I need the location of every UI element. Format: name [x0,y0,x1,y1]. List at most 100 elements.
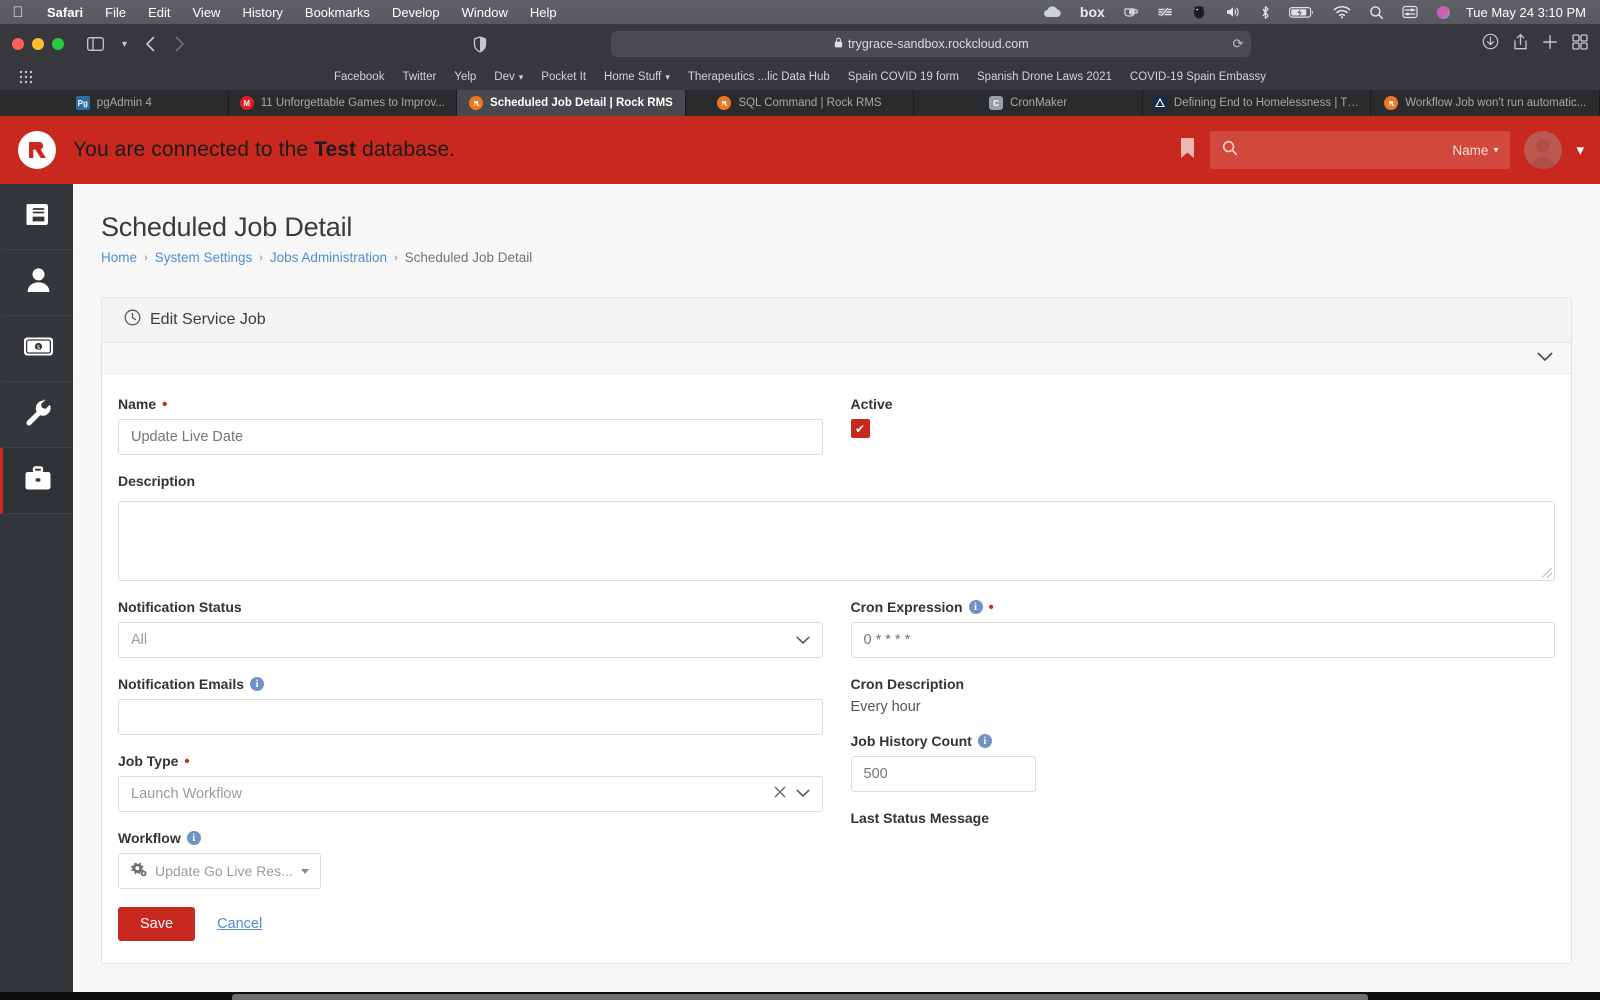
battery-charging-icon[interactable] [1280,6,1324,19]
sidebar-item-tools[interactable] [0,382,73,448]
caret-down-icon: ▾ [1493,144,1499,156]
db-message-prefix: You are connected to the [73,138,315,161]
tab-title: Workflow Job won't run automatic... [1405,97,1587,109]
privacy-shield-icon[interactable] [468,31,492,57]
field-active: Active ✔ [850,396,1556,438]
chevron-down-icon[interactable]: ▾ [1576,141,1584,159]
address-bar[interactable]: trygrace-sandbox.rockcloud.com ⟳ [611,31,1252,57]
forward-arrow-icon[interactable] [169,31,190,57]
menu-bar-clock[interactable]: Tue May 24 3:10 PM [1460,5,1590,20]
bookmark-spanish-drone-laws[interactable]: Spanish Drone Laws 2021 [968,71,1121,83]
tab-cronmaker[interactable]: C CronMaker [914,90,1143,116]
sidebar-item-people[interactable] [0,250,73,316]
breadcrumb-system-settings[interactable]: System Settings [155,250,253,265]
sidebar-toggle-icon[interactable] [82,31,109,57]
sidebar-item-admin[interactable] [0,448,73,514]
avatar[interactable] [1524,131,1563,169]
edit-service-job-panel: Edit Service Job Name • Update Live Date… [101,297,1572,964]
express-vpn-icon[interactable] [1148,5,1182,19]
bookmark-home-stuff-folder[interactable]: Home Stuff ▾ [595,71,679,83]
postgres-icon[interactable] [1182,4,1216,20]
required-indicator: • [988,598,994,616]
espresso-icon[interactable]: ! [1114,5,1148,19]
menu-history[interactable]: History [231,5,293,20]
notification-status-label: Notification Status [118,599,242,615]
description-textarea[interactable] [118,501,1555,581]
bookmark-yelp[interactable]: Yelp [445,71,485,83]
box-icon[interactable]: box [1071,4,1114,20]
back-arrow-icon[interactable] [140,31,161,57]
reload-icon[interactable]: ⟳ [1232,36,1243,52]
macos-menu-bar:  Safari File Edit View History Bookmark… [0,0,1600,24]
cloud-icon[interactable] [1033,5,1071,19]
minimize-window-button[interactable] [32,38,44,50]
bookmark-dev-folder[interactable]: Dev ▾ [485,71,532,83]
menu-file[interactable]: File [94,5,137,20]
new-tab-icon[interactable] [1542,34,1558,55]
active-checkbox[interactable]: ✔ [850,419,870,438]
rock-rms-logo [17,131,56,169]
bluetooth-icon[interactable] [1251,5,1280,20]
tab-defining-end-homelessness[interactable]: Defining End to Homelessness | Th... [1143,90,1372,116]
window-controls[interactable] [12,38,64,50]
name-input[interactable] [118,419,823,455]
bookmark-therapeutics[interactable]: Therapeutics ...lic Data Hub [679,71,839,83]
downloads-icon[interactable] [1482,33,1499,55]
tab-workflow-job-issue[interactable]: Workflow Job won't run automatic... [1371,90,1600,116]
share-icon[interactable] [1513,33,1528,56]
show-all-bookmarks-icon[interactable] [14,64,38,90]
notification-emails-input[interactable] [118,699,823,735]
info-icon[interactable]: i [977,734,992,748]
tab-overview-icon[interactable] [1572,33,1588,55]
chevron-down-icon[interactable] [1537,349,1553,367]
search-input[interactable]: Name ▾ [1210,131,1511,169]
sidebar-item-cms[interactable] [0,184,73,250]
cancel-button[interactable]: Cancel [217,916,262,932]
rock-logo-wrap[interactable] [0,131,73,169]
clear-x-icon[interactable] [774,786,786,802]
workflow-picker[interactable]: Update Go Live Res... [118,853,321,889]
info-icon[interactable]: i [186,831,201,845]
tab-pgadmin[interactable]: Pg pgAdmin 4 [0,90,229,116]
tab-games-article[interactable]: M 11 Unforgettable Games to Improv... [229,90,458,116]
menu-help[interactable]: Help [519,5,568,20]
search-scope-dropdown[interactable]: Name ▾ [1452,143,1498,158]
job-type-select[interactable]: Launch Workflow [118,776,823,812]
job-history-count-label: Job History Count i [851,733,1556,749]
menu-window[interactable]: Window [451,5,519,20]
wifi-icon[interactable] [1324,5,1360,19]
bookmark-covid-spain-embassy[interactable]: COVID-19 Spain Embassy [1121,71,1275,83]
save-button[interactable]: Save [118,907,196,941]
cronmaker-icon: C [989,96,1004,110]
control-center-icon[interactable] [1393,5,1427,19]
close-window-button[interactable] [12,38,24,50]
spotlight-search-icon[interactable] [1360,5,1393,20]
siri-icon[interactable] [1427,5,1460,20]
volume-icon[interactable] [1216,5,1251,19]
job-history-count-input[interactable] [850,756,1036,792]
info-icon[interactable]: i [968,600,983,614]
breadcrumb-home[interactable]: Home [101,250,137,265]
dock-bar[interactable] [232,994,1368,1000]
notification-status-select[interactable]: All [118,622,823,658]
menu-bookmarks[interactable]: Bookmarks [294,5,381,20]
sidebar-item-finance[interactable]: $ [0,316,73,382]
menu-view[interactable]: View [182,5,232,20]
bookmark-spain-covid-form[interactable]: Spain COVID 19 form [839,71,968,83]
info-icon[interactable]: i [250,677,265,691]
sidebar-dropdown-chevron-icon[interactable]: ▾ [117,31,132,57]
breadcrumb-jobs-administration[interactable]: Jobs Administration [270,250,387,265]
bookmark-icon[interactable] [1179,137,1196,164]
menu-safari[interactable]: Safari [36,5,94,20]
tab-sql-command[interactable]: SQL Command | Rock RMS [686,90,915,116]
chevron-down-icon[interactable] [795,786,810,802]
bookmark-pocket-it[interactable]: Pocket It [532,71,595,83]
cron-expression-input[interactable] [850,622,1555,658]
bookmark-twitter[interactable]: Twitter [393,71,445,83]
apple-logo-icon[interactable]:  [10,5,26,20]
maximize-window-button[interactable] [52,38,64,50]
menu-edit[interactable]: Edit [137,5,181,20]
tab-scheduled-job-detail[interactable]: Scheduled Job Detail | Rock RMS [457,90,686,116]
bookmark-facebook[interactable]: Facebook [325,71,394,83]
menu-develop[interactable]: Develop [381,5,451,20]
